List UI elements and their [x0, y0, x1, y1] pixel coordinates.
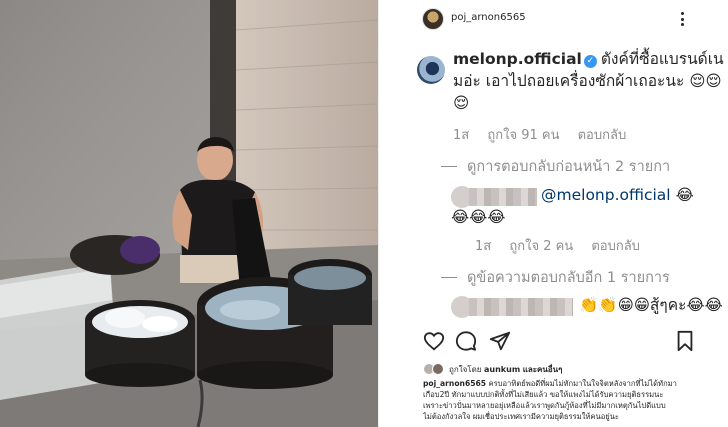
caption-line-3: เพราะข่าวปั่นมาหลายอยุ่เหลือแล้วเราพูดกั…: [423, 401, 666, 410]
liked-by-row[interactable]: ถูกใจโดย aunkum และคนอื่นๆ: [423, 362, 562, 376]
reply-body: @melonp.official 😂: [541, 184, 728, 206]
reply-likes[interactable]: ถูกใจ 2 คน: [509, 239, 573, 254]
post-author-username[interactable]: poj_arnon6565: [451, 12, 526, 23]
comment-body: melonp.official ✓ ตังค์ที่ซื้อแบรนด์เนมอ่ะ…: [453, 48, 728, 114]
heart-icon[interactable]: [423, 330, 447, 354]
reply-username-blurred[interactable]: [469, 188, 537, 206]
view-more-replies[interactable]: ดูข้อความตอบกลับอีก 1 รายการ: [441, 266, 670, 289]
reply-button[interactable]: ตอบกลับ: [578, 128, 627, 143]
view-previous-replies[interactable]: ดูการตอบกลับก่อนหน้า 2 รายกา: [441, 155, 670, 178]
reply-item: @melonp.official 😂 😂😂😂: [441, 182, 728, 230]
bookmark-icon[interactable]: [675, 330, 699, 354]
liked-by-suffix[interactable]: และคนอื่นๆ: [523, 365, 563, 374]
reply-emoji-1: 😂: [675, 186, 694, 204]
reply-reply-button[interactable]: ตอบกลับ: [591, 239, 640, 254]
post-caption: poj_arnon6565 ครบอาทิตย์พอดีที่ผมไม่ทักม…: [423, 378, 723, 422]
caption-line-1: ครบอาทิตย์พอดีที่ผมไม่ทักมาในใจจิตหลังจา…: [488, 379, 677, 388]
reply-meta: 1ส ถูกใจ 2 คน ตอบกลับ: [475, 235, 654, 256]
comment-time: 1ส: [453, 128, 470, 143]
view-previous-label: ดูการตอบกลับก่อนหน้า 2 รายกา: [467, 159, 671, 175]
post-photo: [0, 0, 378, 427]
comment-icon[interactable]: [455, 330, 479, 354]
photo-illustration: [0, 0, 378, 427]
commenter-username[interactable]: melonp.official: [453, 50, 582, 68]
reply-body: 👏👏😁😁สู้ๆคะ😂😂: [579, 296, 723, 314]
view-more-label: ดูข้อความตอบกลับอีก 1 รายการ: [467, 270, 670, 286]
post-header: poj_arnon6565: [379, 0, 728, 38]
reply-emoji-line: 😂😂😂: [451, 208, 506, 226]
caption-username[interactable]: poj_arnon6565: [423, 379, 486, 388]
main-comment-meta: 1ส ถูกใจ 91 คน ตอบกลับ: [453, 124, 640, 145]
action-bar: [379, 330, 728, 356]
liker-avatar: [432, 363, 444, 375]
author-avatar[interactable]: [422, 8, 444, 30]
reply-mention[interactable]: @melonp.official: [541, 186, 671, 204]
reply-time: 1ส: [475, 239, 492, 254]
divider-line: [441, 166, 457, 167]
divider-line: [441, 277, 457, 278]
comment-likes[interactable]: ถูกใจ 91 คน: [487, 128, 559, 143]
caption-line-4: ไม่ต้องกังวลใจ ผมเชื่อประเทศเรามีความยุต…: [423, 412, 619, 421]
verified-icon: ✓: [583, 55, 597, 68]
caption-line-2: เกือบ2ปี ทักมาแบบปกติทั้งที่ไม่เสียแล้ว …: [423, 390, 664, 399]
reply-username-blurred[interactable]: [469, 298, 573, 316]
commenter-avatar[interactable]: [417, 56, 445, 84]
liked-by-text: ถูกใจโดย aunkum และคนอื่นๆ: [449, 363, 562, 376]
comments-panel: poj_arnon6565 melonp.official ✓ ตังค์ที่ซื…: [378, 0, 728, 427]
reply-item: 👏👏😁😁สู้ๆคะ😂😂: [441, 294, 728, 320]
more-icon[interactable]: [676, 9, 688, 29]
share-icon[interactable]: [489, 330, 513, 354]
liked-by-prefix: ถูกใจโดย: [449, 364, 482, 374]
liked-by-user[interactable]: aunkum: [484, 365, 520, 374]
